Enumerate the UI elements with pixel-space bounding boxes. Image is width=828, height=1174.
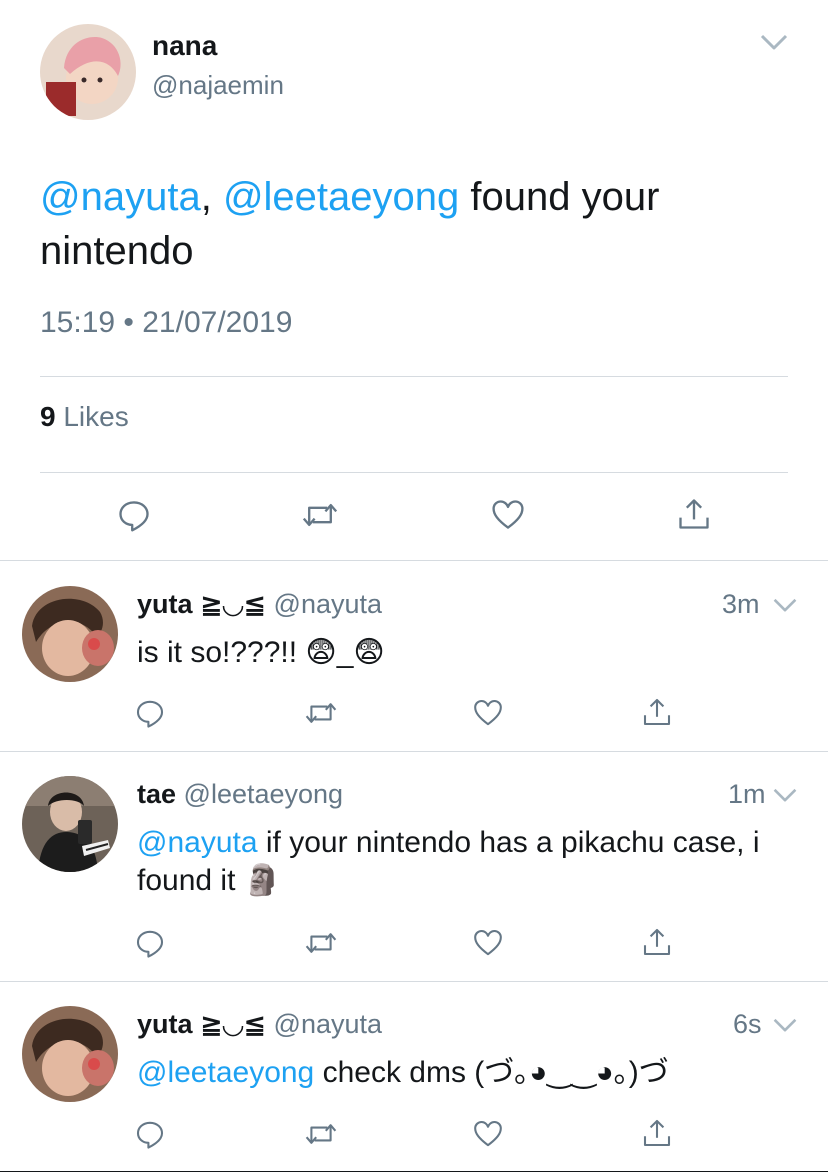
chevron-down-icon[interactable]	[772, 596, 798, 614]
reply-time[interactable]: 6s	[733, 1009, 762, 1040]
like-icon[interactable]	[472, 1118, 504, 1150]
reply-icon[interactable]	[134, 697, 166, 729]
chevron-down-icon[interactable]	[772, 1016, 798, 1034]
tweet-timestamp[interactable]: 15:19 • 21/07/2019	[40, 306, 292, 340]
main-user-handle[interactable]: @najaemin	[152, 70, 284, 101]
reply-text: is it so!???!! 😨_😨	[137, 636, 385, 669]
reply-avatar[interactable]	[22, 776, 118, 872]
reply-time[interactable]: 3m	[722, 589, 760, 620]
divider	[0, 560, 828, 561]
reply-user-handle[interactable]: @nayuta	[274, 589, 382, 619]
likes-count[interactable]: 9 Likes	[40, 401, 129, 433]
mention-link[interactable]: @leetaeyong	[137, 1056, 314, 1089]
reply-user-name[interactable]: tae	[137, 779, 176, 809]
avatar-photo	[22, 776, 118, 872]
chevron-down-icon[interactable]	[758, 32, 790, 52]
reply-avatar[interactable]	[22, 586, 118, 682]
divider	[0, 1171, 828, 1172]
reply-header: yuta ≧◡≦ @nayuta	[137, 589, 382, 620]
like-icon[interactable]	[472, 927, 504, 959]
mention-link[interactable]: @nayuta	[137, 826, 258, 859]
share-icon[interactable]	[676, 495, 712, 533]
reply-user-handle[interactable]: @leetaeyong	[184, 779, 344, 809]
reply-icon[interactable]	[134, 1118, 166, 1150]
chevron-down-icon[interactable]	[772, 786, 798, 804]
divider	[40, 472, 788, 473]
likes-label: Likes	[55, 401, 129, 432]
retweet-icon[interactable]	[303, 697, 339, 729]
reply-user-name[interactable]: yuta ≧◡≦	[137, 1009, 266, 1039]
tweet-text: @nayuta, @leetaeyong found your nintendo	[40, 170, 780, 278]
reply-text: @nayuta if your nintendo has a pikachu c…	[137, 824, 807, 900]
divider	[0, 751, 828, 752]
retweet-icon[interactable]	[300, 497, 340, 533]
reply-user-name[interactable]: yuta ≧◡≦	[137, 589, 266, 619]
divider	[0, 981, 828, 982]
mention-link[interactable]: @nayuta	[40, 175, 201, 219]
main-user-name[interactable]: nana	[152, 30, 217, 62]
share-icon[interactable]	[641, 695, 673, 729]
reply-text-body: check dms (づ｡◕‿‿◕｡)づ	[314, 1056, 669, 1089]
divider	[40, 376, 788, 377]
share-icon[interactable]	[641, 925, 673, 959]
retweet-icon[interactable]	[303, 927, 339, 959]
avatar-photo	[22, 586, 118, 682]
avatar-photo	[22, 1006, 118, 1102]
reply-user-handle[interactable]: @nayuta	[274, 1009, 382, 1039]
like-icon[interactable]	[490, 497, 526, 533]
main-avatar[interactable]	[40, 24, 136, 120]
reply-text: @leetaeyong check dms (づ｡◕‿‿◕｡)づ	[137, 1054, 807, 1092]
reply-avatar[interactable]	[22, 1006, 118, 1102]
retweet-icon[interactable]	[303, 1118, 339, 1150]
reply-header: yuta ≧◡≦ @nayuta	[137, 1009, 382, 1040]
mention-link[interactable]: @leetaeyong	[223, 175, 459, 219]
likes-number: 9	[40, 401, 56, 432]
tweet-text-separator: ,	[200, 175, 223, 219]
like-icon[interactable]	[472, 697, 504, 729]
reply-icon[interactable]	[116, 497, 152, 533]
reply-time[interactable]: 1m	[728, 779, 766, 810]
avatar-photo	[40, 24, 136, 120]
share-icon[interactable]	[641, 1116, 673, 1150]
reply-header: tae @leetaeyong	[137, 779, 343, 810]
reply-icon[interactable]	[134, 927, 166, 959]
